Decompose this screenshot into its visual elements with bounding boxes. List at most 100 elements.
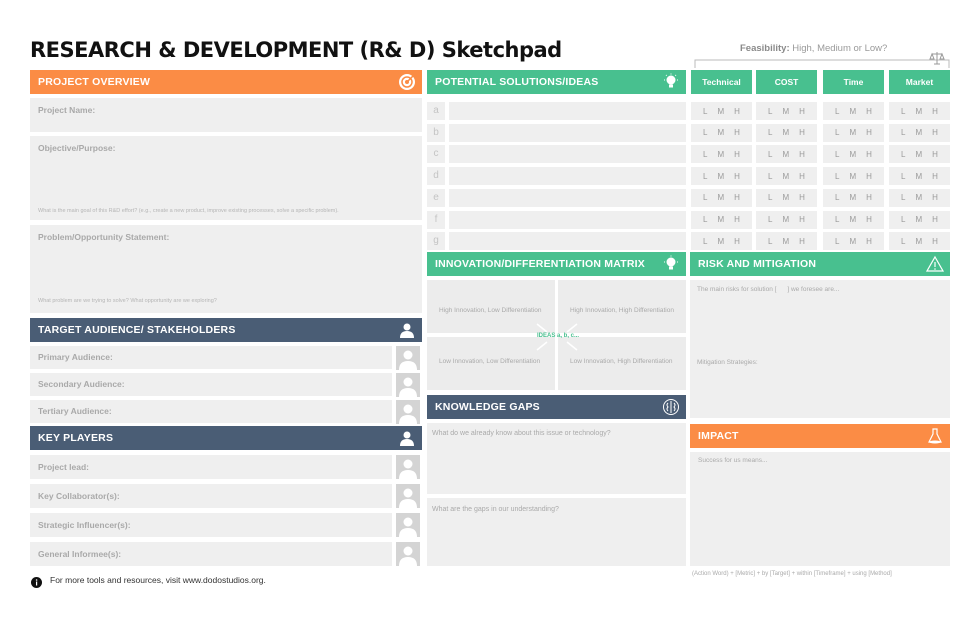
rating-option[interactable]: H — [734, 107, 740, 116]
feasibility-rating-cell[interactable]: L MH — [823, 145, 884, 164]
solution-input[interactable] — [449, 167, 686, 186]
feasibility-rating-cell[interactable]: L MH — [889, 123, 950, 142]
rating-option[interactable]: L — [703, 172, 707, 181]
feasibility-rating-cell[interactable]: L MH — [889, 102, 950, 120]
feasibility-rating-cell[interactable]: L MH — [691, 145, 752, 164]
rating-option[interactable]: H — [866, 128, 872, 137]
impact-field[interactable]: Success for us means... — [690, 452, 950, 566]
rating-option[interactable]: H — [866, 150, 872, 159]
rating-option[interactable]: L — [901, 150, 905, 159]
rating-option[interactable]: H — [866, 215, 872, 224]
rating-option[interactable]: M — [718, 107, 725, 116]
key-player-row[interactable]: Strategic Influencer(s): — [30, 513, 392, 537]
rating-option[interactable]: H — [734, 215, 740, 224]
gaps-field[interactable]: What are the gaps in our understanding? — [427, 498, 686, 566]
rating-option[interactable]: M — [718, 237, 725, 246]
rating-option[interactable]: M — [718, 172, 725, 181]
rating-option[interactable]: M — [916, 237, 923, 246]
feasibility-rating-cell[interactable]: L MH — [756, 123, 817, 142]
objective-field[interactable]: Objective/Purpose: What is the main goal… — [30, 136, 422, 220]
rating-option[interactable]: M — [783, 107, 790, 116]
feasibility-rating-cell[interactable]: L MH — [756, 188, 817, 207]
feasibility-rating-cell[interactable]: L MH — [889, 210, 950, 229]
audience-row[interactable]: Secondary Audience: — [30, 373, 392, 396]
rating-option[interactable]: M — [783, 172, 790, 181]
key-player-row[interactable]: General Informee(s): — [30, 542, 392, 566]
rating-option[interactable]: L — [703, 193, 707, 202]
rating-option[interactable]: M — [718, 150, 725, 159]
feasibility-rating-cell[interactable]: L MH — [889, 188, 950, 207]
feasibility-rating-cell[interactable]: L MH — [756, 145, 817, 164]
rating-option[interactable]: L — [901, 107, 905, 116]
rating-option[interactable]: H — [932, 107, 938, 116]
rating-option[interactable]: L — [768, 237, 772, 246]
rating-option[interactable]: M — [783, 237, 790, 246]
problem-statement-field[interactable]: Problem/Opportunity Statement: What prob… — [30, 225, 422, 313]
rating-option[interactable]: M — [916, 128, 923, 137]
rating-option[interactable]: M — [916, 215, 923, 224]
solution-input[interactable] — [449, 210, 686, 229]
rating-option[interactable]: L — [901, 128, 905, 137]
solution-input[interactable] — [449, 188, 686, 207]
key-player-row[interactable]: Project lead: — [30, 455, 392, 479]
rating-option[interactable]: H — [866, 193, 872, 202]
risk-field[interactable]: The main risks for solution [ ] we fores… — [690, 280, 950, 418]
rating-option[interactable]: L — [835, 215, 839, 224]
rating-option[interactable]: H — [932, 237, 938, 246]
rating-option[interactable]: L — [835, 150, 839, 159]
rating-option[interactable]: L — [703, 237, 707, 246]
rating-option[interactable]: H — [866, 237, 872, 246]
rating-option[interactable]: M — [916, 150, 923, 159]
feasibility-rating-cell[interactable]: L MH — [691, 210, 752, 229]
rating-option[interactable]: L — [835, 172, 839, 181]
feasibility-rating-cell[interactable]: L MH — [823, 102, 884, 120]
feasibility-rating-cell[interactable]: L MH — [889, 145, 950, 164]
rating-option[interactable]: L — [768, 150, 772, 159]
rating-option[interactable]: M — [916, 107, 923, 116]
solution-input[interactable] — [449, 232, 686, 251]
rating-option[interactable]: H — [799, 172, 805, 181]
feasibility-rating-cell[interactable]: L MH — [823, 167, 884, 186]
known-info-field[interactable]: What do we already know about this issue… — [427, 423, 686, 494]
rating-option[interactable]: H — [734, 193, 740, 202]
feasibility-rating-cell[interactable]: L MH — [691, 123, 752, 142]
rating-option[interactable]: M — [850, 107, 857, 116]
rating-option[interactable]: M — [718, 128, 725, 137]
rating-option[interactable]: L — [901, 237, 905, 246]
audience-row[interactable]: Primary Audience: — [30, 346, 392, 369]
feasibility-rating-cell[interactable]: L MH — [889, 232, 950, 251]
feasibility-rating-cell[interactable]: L MH — [756, 102, 817, 120]
rating-option[interactable]: M — [783, 128, 790, 137]
feasibility-rating-cell[interactable]: L MH — [823, 188, 884, 207]
key-player-row[interactable]: Key Collaborator(s): — [30, 484, 392, 508]
feasibility-rating-cell[interactable]: L MH — [691, 188, 752, 207]
solution-input[interactable] — [449, 145, 686, 164]
feasibility-rating-cell[interactable]: L MH — [691, 102, 752, 120]
rating-option[interactable]: L — [901, 215, 905, 224]
feasibility-rating-cell[interactable]: L MH — [823, 232, 884, 251]
rating-option[interactable]: L — [703, 150, 707, 159]
feasibility-rating-cell[interactable]: L MH — [889, 167, 950, 186]
rating-option[interactable]: H — [734, 172, 740, 181]
solution-input[interactable] — [449, 102, 686, 120]
rating-option[interactable]: H — [799, 193, 805, 202]
feasibility-rating-cell[interactable]: L MH — [756, 167, 817, 186]
rating-option[interactable]: L — [703, 107, 707, 116]
rating-option[interactable]: H — [799, 150, 805, 159]
rating-option[interactable]: M — [783, 215, 790, 224]
solution-input[interactable] — [449, 123, 686, 142]
rating-option[interactable]: L — [703, 128, 707, 137]
rating-option[interactable]: L — [768, 128, 772, 137]
rating-option[interactable]: H — [866, 172, 872, 181]
rating-option[interactable]: H — [932, 128, 938, 137]
rating-option[interactable]: M — [850, 150, 857, 159]
feasibility-rating-cell[interactable]: L MH — [756, 210, 817, 229]
rating-option[interactable]: H — [799, 237, 805, 246]
rating-option[interactable]: L — [768, 193, 772, 202]
rating-option[interactable]: M — [718, 215, 725, 224]
feasibility-rating-cell[interactable]: L MH — [756, 232, 817, 251]
feasibility-rating-cell[interactable]: L MH — [691, 232, 752, 251]
rating-option[interactable]: M — [916, 193, 923, 202]
rating-option[interactable]: L — [901, 193, 905, 202]
project-name-field[interactable]: Project Name: — [30, 98, 422, 132]
